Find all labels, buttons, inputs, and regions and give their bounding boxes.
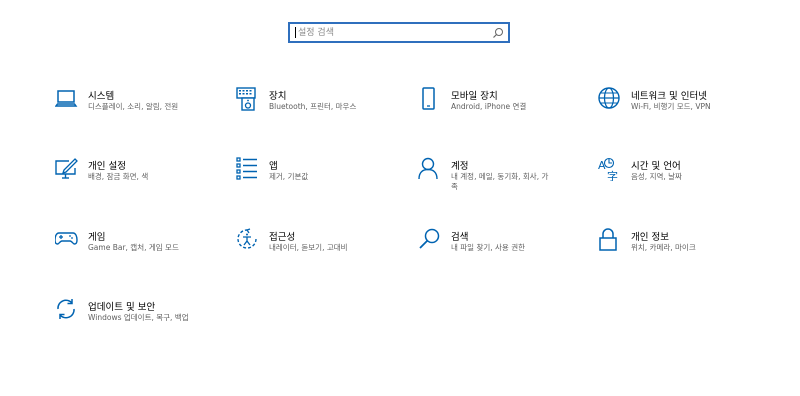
tile-description: 위치, 카메라, 마이크 bbox=[631, 243, 696, 252]
tile-time-language[interactable]: A 字 시간 및 언어 음성, 지역, 날짜 bbox=[598, 157, 778, 197]
search-icon[interactable] bbox=[492, 27, 504, 39]
tile-title: 장치 bbox=[269, 91, 287, 102]
tile-system[interactable]: 시스템 디스플레이, 소리, 알림, 전원 bbox=[55, 87, 235, 127]
svg-text:字: 字 bbox=[607, 169, 618, 181]
tile-search[interactable]: 검색 내 파일 찾기, 사용 권한 bbox=[418, 228, 598, 268]
tile-devices[interactable]: 장치 Bluetooth, 프린터, 마우스 bbox=[236, 87, 416, 127]
tile-description-line2: 족 bbox=[451, 182, 458, 191]
language-time-icon: A 字 bbox=[598, 157, 622, 181]
tile-description: 제거, 기본값 bbox=[269, 172, 309, 181]
search-input[interactable] bbox=[290, 24, 490, 41]
ease-of-access-icon bbox=[236, 228, 260, 252]
tile-description: 배경, 잠금 화면, 색 bbox=[88, 172, 149, 181]
apps-list-icon bbox=[236, 157, 260, 181]
tile-description: 내레이터, 돋보기, 고대비 bbox=[269, 243, 348, 252]
tile-description: Android, iPhone 연결 bbox=[451, 102, 527, 111]
tile-title: 개인 설정 bbox=[88, 161, 126, 172]
tile-description: Bluetooth, 프린터, 마우스 bbox=[269, 102, 357, 111]
tile-description: 디스플레이, 소리, 알림, 전원 bbox=[88, 102, 179, 111]
tile-accounts[interactable]: 계정 내 계정, 메일, 동기화, 회사, 가 족 bbox=[418, 157, 598, 197]
globe-icon bbox=[598, 87, 622, 111]
search-magnifier-icon bbox=[418, 228, 442, 252]
tile-title: 게임 bbox=[88, 232, 106, 243]
phone-icon bbox=[418, 87, 442, 111]
tile-personalization[interactable]: 개인 설정 배경, 잠금 화면, 색 bbox=[55, 157, 235, 197]
tile-title: 앱 bbox=[269, 161, 278, 172]
tile-ease-of-access[interactable]: 접근성 내레이터, 돋보기, 고대비 bbox=[236, 228, 416, 268]
laptop-icon bbox=[55, 87, 79, 111]
lock-icon bbox=[598, 228, 622, 252]
tile-title: 접근성 bbox=[269, 232, 296, 243]
tile-title: 시스템 bbox=[88, 91, 115, 102]
tile-description: 내 파일 찾기, 사용 권한 bbox=[451, 243, 526, 252]
tile-description: 내 계정, 메일, 동기화, 회사, 가 bbox=[451, 172, 549, 181]
tile-title: 계정 bbox=[451, 161, 469, 172]
tile-apps[interactable]: 앱 제거, 기본값 bbox=[236, 157, 416, 197]
tile-description: Wi-Fi, 비행기 모드, VPN bbox=[631, 102, 711, 111]
person-icon bbox=[418, 157, 442, 181]
tile-title: 시간 및 언어 bbox=[631, 161, 681, 172]
refresh-arrows-icon bbox=[55, 298, 79, 322]
gamepad-icon bbox=[55, 228, 79, 252]
keyboard-speaker-icon bbox=[236, 87, 260, 111]
tile-network[interactable]: 네트워크 및 인터넷 Wi-Fi, 비행기 모드, VPN bbox=[598, 87, 778, 127]
tile-title: 모바일 장치 bbox=[451, 91, 498, 102]
tile-title: 검색 bbox=[451, 232, 469, 243]
tile-update-security[interactable]: 업데이트 및 보안 Windows 업데이트, 복구, 백업 bbox=[55, 298, 235, 338]
tile-title: 개인 정보 bbox=[631, 232, 669, 243]
tile-description: Windows 업데이트, 복구, 백업 bbox=[88, 313, 189, 322]
tile-description: 음성, 지역, 날짜 bbox=[631, 172, 682, 181]
pen-monitor-icon bbox=[55, 157, 79, 181]
tile-mobile-devices[interactable]: 모바일 장치 Android, iPhone 연결 bbox=[418, 87, 598, 127]
tile-privacy[interactable]: 개인 정보 위치, 카메라, 마이크 bbox=[598, 228, 778, 268]
tile-title: 네트워크 및 인터넷 bbox=[631, 91, 707, 102]
settings-search-box[interactable] bbox=[288, 22, 510, 43]
tile-description: Game Bar, 캡처, 게임 모드 bbox=[88, 243, 179, 252]
tile-title: 업데이트 및 보안 bbox=[88, 302, 156, 313]
tile-gaming[interactable]: 게임 Game Bar, 캡처, 게임 모드 bbox=[55, 228, 235, 268]
